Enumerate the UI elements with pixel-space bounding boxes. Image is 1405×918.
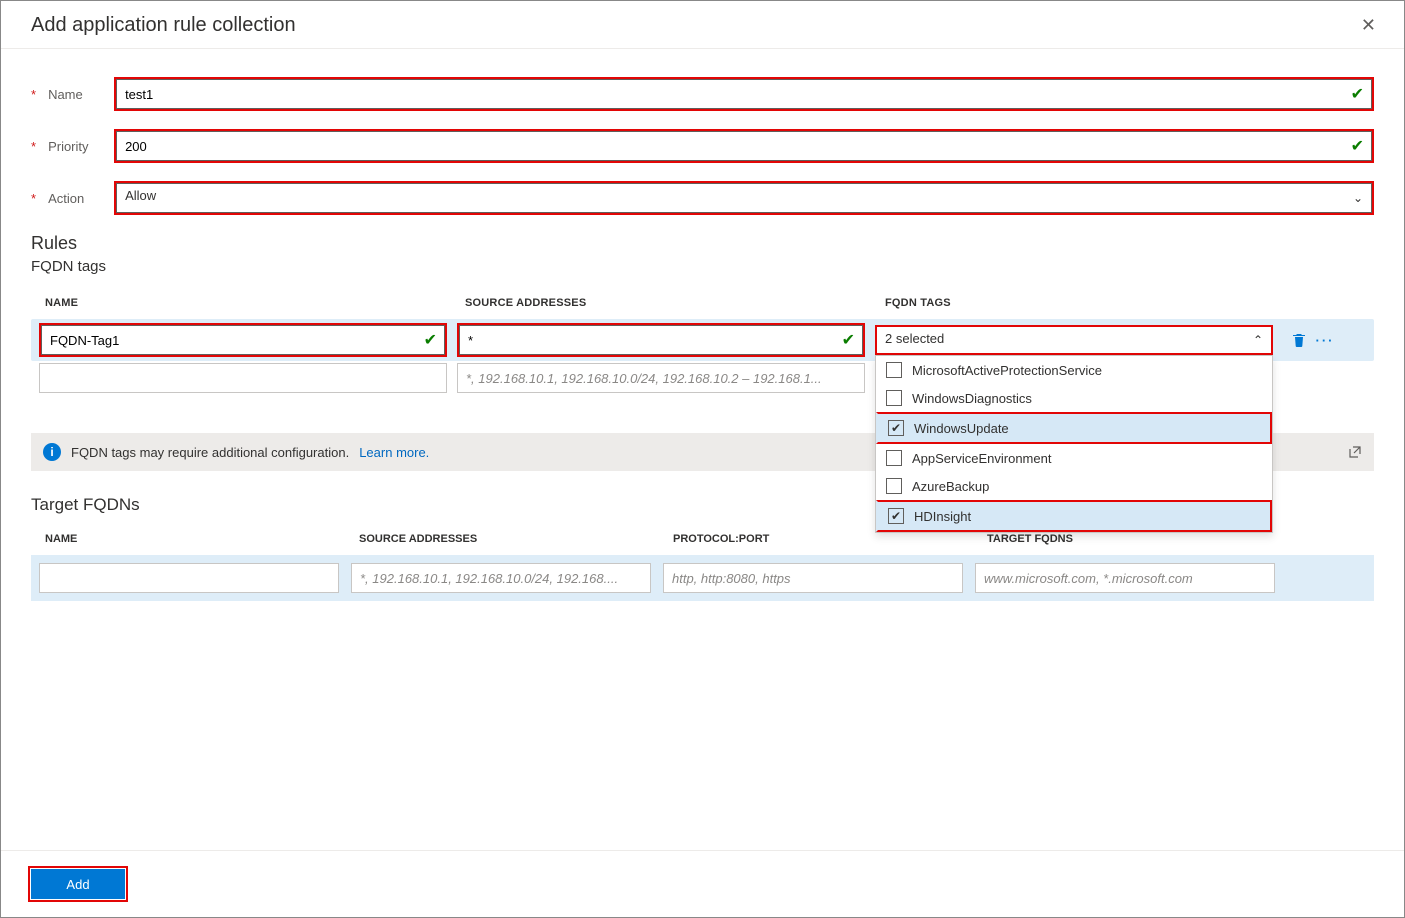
- info-text: FQDN tags may require additional configu…: [71, 445, 349, 460]
- checkbox-icon[interactable]: [886, 450, 902, 466]
- checkbox-icon[interactable]: [886, 390, 902, 406]
- dd-option[interactable]: AzureBackup: [876, 472, 1272, 500]
- rule-name-input[interactable]: [41, 325, 445, 355]
- checkbox-checked-icon[interactable]: [888, 508, 904, 524]
- action-select[interactable]: Allow ⌄: [116, 183, 1372, 213]
- tcol-name: NAME: [45, 533, 359, 545]
- required-marker: *: [31, 139, 36, 154]
- target-fqdn-input[interactable]: [975, 563, 1275, 593]
- rules-section-title: Rules: [31, 233, 1374, 254]
- tcol-source: SOURCE ADDRESSES: [359, 533, 673, 545]
- priority-input[interactable]: [116, 131, 1372, 161]
- dd-option[interactable]: WindowsUpdate: [876, 412, 1272, 444]
- tcol-proto: PROTOCOL:PORT: [673, 533, 987, 545]
- info-icon: i: [43, 443, 61, 461]
- learn-more-link[interactable]: Learn more.: [359, 445, 429, 460]
- rule-source-input[interactable]: [459, 325, 863, 355]
- dd-option[interactable]: AppServiceEnvironment: [876, 444, 1272, 472]
- name-label: Name: [48, 87, 106, 102]
- target-row: [31, 555, 1374, 601]
- dd-option[interactable]: HDInsight: [876, 500, 1272, 532]
- dd-option-label: HDInsight: [914, 509, 971, 524]
- target-proto-input[interactable]: [663, 563, 963, 593]
- page-title: Add application rule collection: [31, 14, 296, 37]
- rule-source-input[interactable]: [457, 363, 865, 393]
- required-marker: *: [31, 87, 36, 102]
- more-icon[interactable]: ···: [1315, 330, 1335, 350]
- checkbox-icon[interactable]: [886, 362, 902, 378]
- close-icon[interactable]: ✕: [1357, 11, 1380, 40]
- dd-option-label: WindowsDiagnostics: [912, 391, 1032, 406]
- priority-label: Priority: [48, 139, 106, 154]
- chevron-down-icon: ⌄: [1353, 191, 1363, 205]
- col-name: NAME: [45, 297, 465, 309]
- fqdn-tags-title: FQDN tags: [31, 258, 1374, 275]
- dd-option-label: WindowsUpdate: [914, 421, 1009, 436]
- col-tags: FQDN TAGS: [885, 297, 1374, 309]
- chevron-up-icon: ⌃: [1253, 333, 1263, 347]
- required-marker: *: [31, 191, 36, 206]
- target-source-input[interactable]: [351, 563, 651, 593]
- dd-option[interactable]: MicrosoftActiveProtectionService: [876, 356, 1272, 384]
- col-source: SOURCE ADDRESSES: [465, 297, 885, 309]
- rule-name-input[interactable]: [39, 363, 447, 393]
- dd-option[interactable]: WindowsDiagnostics: [876, 384, 1272, 412]
- trash-icon[interactable]: [1289, 330, 1309, 350]
- fqdn-tags-summary: 2 selected: [885, 331, 944, 346]
- fqdn-tags-dropdown[interactable]: MicrosoftActiveProtectionService Windows…: [875, 355, 1273, 533]
- checkbox-checked-icon[interactable]: [888, 420, 904, 436]
- add-button[interactable]: Add: [31, 869, 125, 899]
- action-label: Action: [48, 191, 106, 206]
- action-value: Allow: [125, 188, 156, 203]
- target-name-input[interactable]: [39, 563, 339, 593]
- name-input[interactable]: [116, 79, 1372, 109]
- dd-option-label: AppServiceEnvironment: [912, 451, 1051, 466]
- checkbox-icon[interactable]: [886, 478, 902, 494]
- external-link-icon[interactable]: [1348, 445, 1362, 459]
- tcol-target: TARGET FQDNS: [987, 533, 1374, 545]
- dd-option-label: MicrosoftActiveProtectionService: [912, 363, 1102, 378]
- fqdn-tags-select[interactable]: 2 selected ⌃: [875, 325, 1273, 355]
- dd-option-label: AzureBackup: [912, 479, 989, 494]
